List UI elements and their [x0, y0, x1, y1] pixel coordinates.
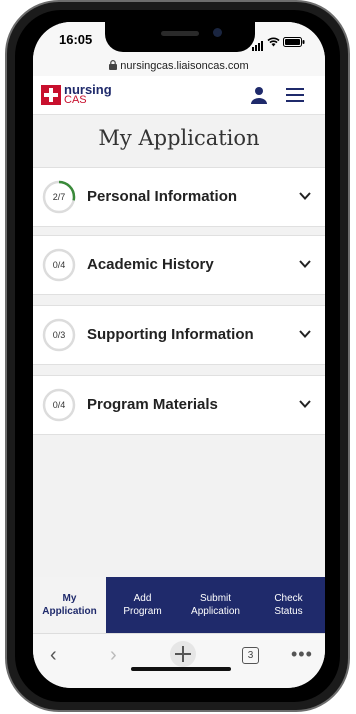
application-section[interactable]: 0/4 Program Materials: [33, 375, 325, 435]
chevron-down-icon[interactable]: [299, 329, 311, 339]
tab-line1: Add: [133, 593, 152, 604]
section-progress: 0/4: [52, 400, 66, 410]
tab-submit-application[interactable]: Submit Application: [179, 577, 252, 633]
notch: [105, 22, 255, 52]
bottom-tab-bar: My Application Add Program Submit Application…: [33, 577, 325, 633]
tab-add-program[interactable]: Add Program: [106, 577, 179, 633]
section-progress: 0/4: [52, 260, 66, 270]
phone-screen: 16:05 nursingcas.liaisoncas.com nursing …: [33, 22, 325, 688]
user-icon[interactable]: [250, 86, 268, 104]
application-section[interactable]: 0/4 Academic History: [33, 235, 325, 295]
application-section[interactable]: 0/3 Supporting Information: [33, 305, 325, 365]
tab-line2: Application: [191, 606, 240, 617]
back-arrow-icon[interactable]: ‹: [50, 644, 57, 667]
site-header: nursing CAS: [33, 76, 325, 115]
url-text: nursingcas.liaisoncas.com: [120, 60, 249, 72]
status-indicators: [252, 33, 305, 51]
section-progress: 0/3: [52, 330, 66, 340]
battery-icon: [283, 37, 305, 47]
section-title: Supporting Information: [87, 326, 254, 343]
logo-text: nursing CAS: [64, 83, 112, 106]
forward-arrow-icon[interactable]: ›: [110, 644, 117, 667]
address-bar[interactable]: nursingcas.liaisoncas.com: [33, 56, 325, 76]
tabs-icon[interactable]: 3: [242, 647, 259, 664]
chevron-down-icon[interactable]: [299, 259, 311, 269]
lock-icon: [109, 60, 118, 70]
wifi-icon: [267, 37, 280, 47]
chevron-down-icon[interactable]: [299, 399, 311, 409]
section-title: Program Materials: [87, 396, 218, 413]
more-icon[interactable]: •••: [291, 644, 313, 665]
tab-line1: My: [62, 593, 77, 604]
section-title: Personal Information: [87, 188, 238, 205]
tab-line2: Status: [274, 606, 303, 617]
speaker: [161, 31, 199, 36]
tab-line1: Submit: [199, 593, 232, 604]
section-title: Academic History: [87, 256, 214, 273]
tab-check-status[interactable]: Check Status: [252, 577, 325, 633]
page-title: My Application: [98, 126, 260, 150]
chevron-down-icon[interactable]: [299, 191, 311, 201]
tab-line2: Application: [42, 606, 97, 617]
section-progress: 2/7: [52, 192, 66, 202]
status-time: 16:05: [59, 32, 93, 47]
browser-toolbar: ‹ › 3 •••: [33, 633, 325, 688]
hamburger-menu-icon[interactable]: [286, 88, 304, 102]
tab-my-application[interactable]: My Application: [33, 577, 106, 633]
home-indicator: [131, 667, 231, 671]
application-section[interactable]: 2/7 Personal Information: [33, 167, 325, 227]
camera: [213, 28, 222, 37]
plus-icon[interactable]: [170, 641, 196, 667]
nursingcas-logo[interactable]: nursing CAS: [41, 83, 112, 106]
tab-line2: Program: [123, 606, 162, 617]
logo-cross-icon: [41, 85, 61, 105]
tab-line1: Check: [274, 593, 303, 604]
